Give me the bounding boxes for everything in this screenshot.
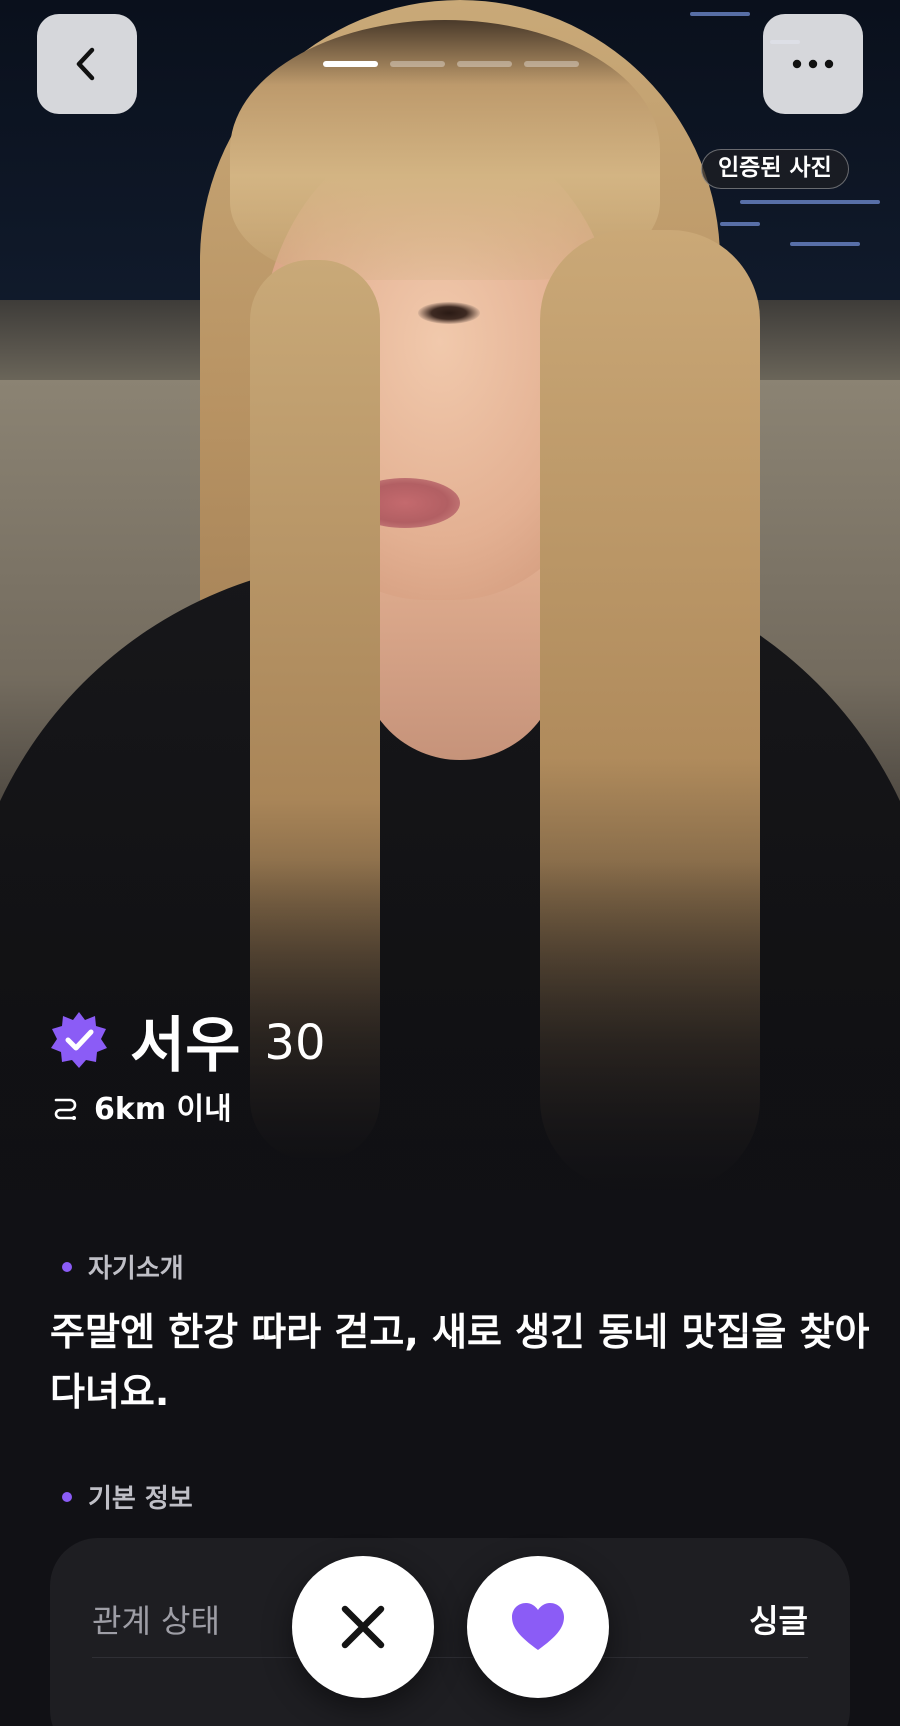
photo-light [790, 242, 860, 246]
basic-info-card: 관계 상태 싱글 [50, 1538, 850, 1726]
photo-page-indicator[interactable] [524, 61, 579, 67]
profile-distance-row: 6km 이내 [52, 1084, 232, 1128]
info-key: 관계 상태 [92, 1602, 220, 1640]
close-icon [341, 1605, 385, 1649]
route-icon [54, 1098, 77, 1120]
profile-distance: 6km 이내 [94, 1092, 232, 1127]
photo-page-indicator[interactable] [390, 61, 445, 67]
chevron-left-icon [76, 47, 95, 81]
heart-icon [512, 1603, 564, 1650]
info-value: 싱글 [749, 1602, 808, 1640]
pass-button[interactable] [292, 1556, 434, 1698]
profile-age: 30 [264, 1015, 326, 1071]
info-row-relationship: 관계 상태 싱글 [92, 1578, 808, 1658]
photo-eye-right [418, 302, 480, 324]
more-horizontal-icon [792, 59, 834, 69]
photo-pagination[interactable] [323, 61, 579, 67]
profile-screen: 인증된 사진 서우 30 6km 이내 자기소개 주말엔 한강 따라 걷고, 새… [0, 0, 900, 1726]
basic-info-label-text: 기본 정보 [88, 1484, 193, 1514]
photo-light [720, 222, 760, 226]
section-dot [62, 1261, 72, 1272]
back-button[interactable] [37, 14, 137, 114]
profile-bio: 주말엔 한강 따라 걷고, 새로 생긴 동네 맛집을 찾아다녀요. [50, 1310, 870, 1414]
verified-photo-badge: 인증된 사진 [701, 149, 849, 189]
basic-info-section-label: 기본 정보 [62, 1478, 193, 1515]
profile-name-row: 서우 30 [50, 1000, 326, 1081]
photo-page-indicator[interactable] [457, 61, 512, 67]
verified-badge-icon [51, 1012, 107, 1068]
section-dot [62, 1491, 72, 1502]
intro-label-text: 자기소개 [88, 1254, 184, 1284]
like-button[interactable] [467, 1556, 609, 1698]
photo-light [740, 200, 880, 204]
more-button[interactable] [763, 14, 863, 114]
profile-name: 서우 [130, 1010, 241, 1081]
intro-section-label: 자기소개 [62, 1248, 184, 1285]
photo-light [690, 12, 750, 16]
photo-page-indicator[interactable] [323, 61, 378, 67]
